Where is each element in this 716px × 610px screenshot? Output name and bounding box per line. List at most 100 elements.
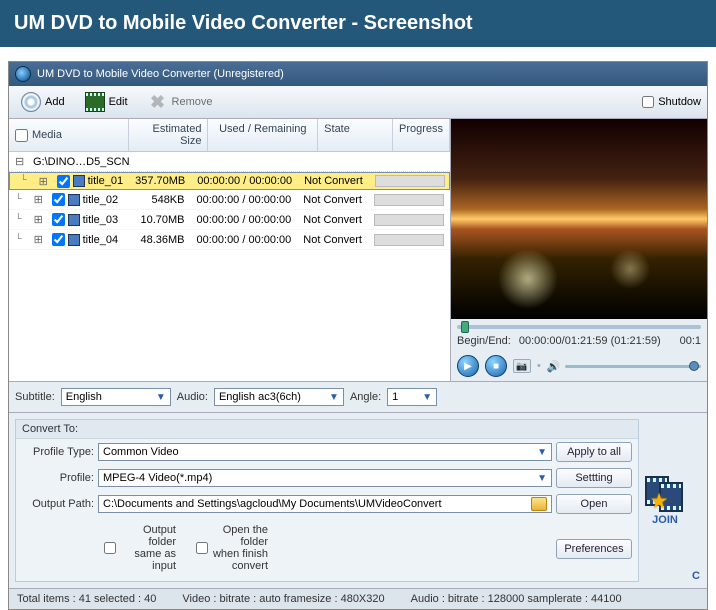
- same-folder-checkbox[interactable]: Output folder same as input: [104, 524, 176, 572]
- profile-select[interactable]: MPEG-4 Video(*.mp4)▼: [98, 469, 552, 487]
- clip-icon: [68, 194, 80, 206]
- open-folder-checkbox[interactable]: Open the folder when finish convert: [196, 524, 268, 572]
- col-time[interactable]: Used / Remaining: [208, 119, 318, 151]
- title-text: title_02: [83, 194, 118, 206]
- col-size[interactable]: Estimated Size: [129, 119, 209, 151]
- edit-button[interactable]: Edit: [79, 90, 134, 114]
- output-path-label: Output Path:: [22, 498, 94, 510]
- convert-title: Convert To:: [16, 420, 638, 439]
- audio-select[interactable]: English ac3(6ch)▼: [214, 388, 344, 406]
- disc-icon: [21, 92, 41, 112]
- expand-icon[interactable]: ⊞: [33, 172, 51, 191]
- progress-cell: [368, 191, 450, 209]
- chevron-down-icon: ▼: [537, 447, 547, 458]
- remove-label: Remove: [172, 96, 213, 108]
- row-checkbox[interactable]: [52, 193, 65, 206]
- volume-control[interactable]: 🔊: [547, 360, 701, 373]
- shutdown-checkbox[interactable]: Shutdow: [642, 96, 701, 108]
- media-cell: title_04: [46, 230, 132, 249]
- table-row[interactable]: └⊞title_0448.36MB00:00:00 / 00:00:00Not …: [9, 230, 450, 250]
- join-button[interactable]: ★ JOIN: [645, 476, 685, 526]
- playback-controls: ▶ ■ 📷 • 🔊: [451, 351, 707, 381]
- angle-label: Angle:: [350, 391, 381, 403]
- col-media[interactable]: Media: [9, 119, 129, 151]
- progress-cell: [368, 231, 450, 249]
- time-info: Begin/End: 00:00:00/01:21:59 (01:21:59) …: [451, 331, 707, 351]
- size-cell: 10.70MB: [132, 211, 191, 229]
- state-cell: Not Convert: [297, 191, 368, 209]
- table-row[interactable]: └⊞title_02548KB00:00:00 / 00:00:00Not Co…: [9, 190, 450, 210]
- setting-button[interactable]: Settting: [556, 468, 632, 488]
- page-banner: UM DVD to Mobile Video Converter - Scree…: [0, 0, 716, 47]
- progress-bar: [375, 175, 445, 187]
- volume-knob[interactable]: [689, 361, 699, 371]
- col-progress[interactable]: Progress: [393, 119, 450, 151]
- media-cell: title_03: [46, 210, 132, 229]
- group-label: G:\DINO…D5_SCN: [27, 153, 136, 171]
- subtitle-select[interactable]: English▼: [61, 388, 171, 406]
- time-cell: 00:00:00 / 00:00:00: [190, 191, 297, 209]
- join-label: JOIN: [652, 514, 678, 526]
- preferences-button[interactable]: Preferences: [556, 539, 632, 559]
- begin-end-label: Begin/End:: [457, 335, 511, 347]
- seek-bar[interactable]: [451, 319, 707, 331]
- tree-branch: └: [14, 172, 33, 190]
- row-checkbox[interactable]: [52, 213, 65, 226]
- select-all-checkbox[interactable]: [15, 129, 28, 142]
- angle-select[interactable]: 1▼: [387, 388, 437, 406]
- content-area: Media Estimated Size Used / Remaining St…: [9, 119, 707, 382]
- add-button[interactable]: Add: [15, 90, 71, 114]
- app-title: UM DVD to Mobile Video Converter (Unregi…: [37, 68, 284, 80]
- bottom-panel: Convert To: Profile Type: Common Video▼ …: [9, 413, 707, 588]
- snapshot-button[interactable]: 📷: [513, 359, 531, 373]
- remove-button[interactable]: ✖ Remove: [142, 90, 219, 114]
- video-preview[interactable]: [451, 119, 707, 319]
- open-button[interactable]: Open: [556, 494, 632, 514]
- play-button[interactable]: ▶: [457, 355, 479, 377]
- divider: •: [537, 360, 541, 372]
- row-checkbox[interactable]: [57, 175, 70, 188]
- expand-icon[interactable]: ⊞: [28, 230, 46, 249]
- audio-label: Audio:: [177, 391, 208, 403]
- progress-bar: [374, 214, 444, 226]
- truncated-action[interactable]: C: [692, 570, 700, 582]
- collapse-icon[interactable]: ⊟: [9, 152, 27, 171]
- seek-track[interactable]: [457, 325, 701, 329]
- row-checkbox[interactable]: [52, 233, 65, 246]
- chevron-down-icon: ▼: [156, 392, 166, 403]
- progress-cell: [368, 211, 450, 229]
- title-text: title_03: [83, 214, 118, 226]
- chevron-down-icon: ▼: [537, 473, 547, 484]
- expand-icon[interactable]: ⊞: [28, 190, 46, 209]
- grid-header: Media Estimated Size Used / Remaining St…: [9, 119, 450, 152]
- col-state[interactable]: State: [318, 119, 393, 151]
- shutdown-check-input[interactable]: [642, 96, 654, 108]
- stop-button[interactable]: ■: [485, 355, 507, 377]
- table-row[interactable]: └⊞title_01357.70MB00:00:00 / 00:00:00Not…: [9, 172, 450, 190]
- profile-type-select[interactable]: Common Video▼: [98, 443, 552, 461]
- x-icon: ✖: [148, 92, 168, 112]
- position-value: 00:1: [680, 335, 701, 347]
- profile-type-label: Profile Type:: [22, 446, 94, 458]
- time-cell: 00:00:00 / 00:00:00: [190, 211, 297, 229]
- grid-body: ⊟ G:\DINO…D5_SCN └⊞title_01357.70MB00:00…: [9, 152, 450, 250]
- time-cell: 00:00:00 / 00:00:00: [190, 231, 297, 249]
- state-cell: Not Convert: [297, 211, 368, 229]
- speaker-icon: 🔊: [547, 360, 561, 373]
- begin-end-value: 00:00:00/01:21:59 (01:21:59): [519, 335, 661, 347]
- table-row[interactable]: └⊞title_0310.70MB00:00:00 / 00:00:00Not …: [9, 210, 450, 230]
- apply-all-button[interactable]: Apply to all: [556, 442, 632, 462]
- output-path-field[interactable]: C:\Documents and Settings\agcloud\My Doc…: [98, 495, 552, 513]
- shutdown-label: Shutdow: [658, 96, 701, 108]
- seek-thumb[interactable]: [461, 321, 469, 333]
- tree-branch: └: [9, 191, 28, 209]
- progress-bar: [374, 234, 444, 246]
- volume-track[interactable]: [565, 365, 701, 368]
- subtitle-label: Subtitle:: [15, 391, 55, 403]
- group-row[interactable]: ⊟ G:\DINO…D5_SCN: [9, 152, 450, 172]
- time-cell: 00:00:00 / 00:00:00: [191, 172, 298, 190]
- toolbar: Add Edit ✖ Remove Shutdow: [9, 86, 707, 119]
- folder-icon[interactable]: [531, 497, 547, 511]
- titlebar: UM DVD to Mobile Video Converter (Unregi…: [9, 62, 707, 86]
- expand-icon[interactable]: ⊞: [28, 210, 46, 229]
